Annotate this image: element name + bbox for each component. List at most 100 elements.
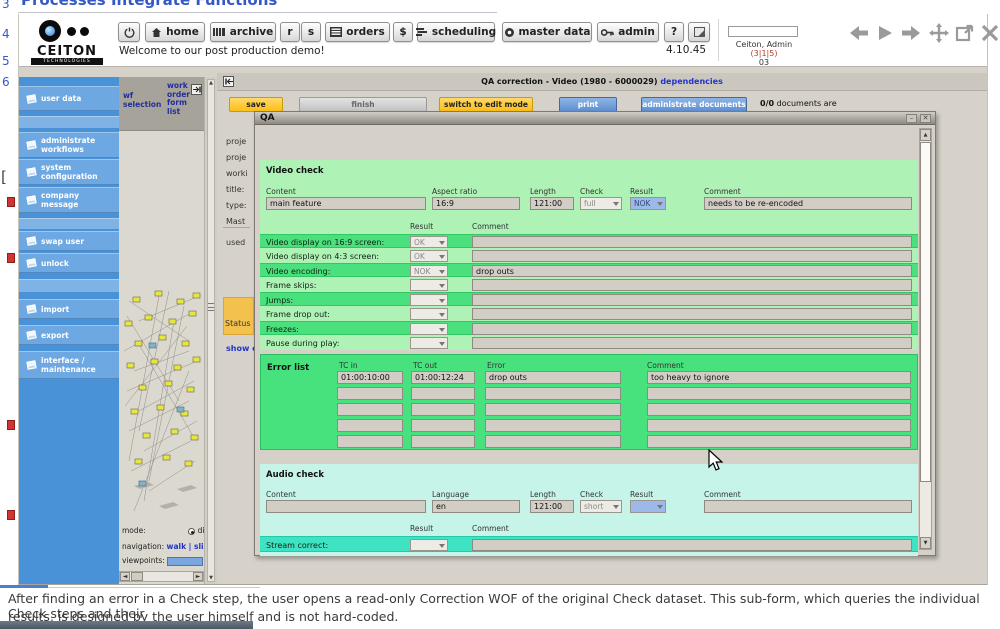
dialog-scrollbar[interactable]: ▲ ▼ (919, 128, 932, 550)
help-button[interactable]: ? (664, 22, 684, 42)
comment-input[interactable] (472, 236, 912, 248)
r-button[interactable]: r (280, 22, 300, 42)
length-input[interactable] (530, 197, 574, 210)
content-input[interactable] (266, 197, 426, 210)
close-icon[interactable]: ✕ (920, 114, 931, 123)
dollar-button[interactable]: $ (393, 22, 413, 42)
workflow-graph[interactable] (119, 281, 204, 561)
comment-input[interactable] (647, 403, 911, 416)
scroll-down-icon[interactable]: ▼ (207, 575, 215, 581)
external-link-icon[interactable] (955, 23, 975, 47)
result-dropdown[interactable] (410, 279, 448, 291)
scroll-down-icon[interactable]: ▼ (920, 537, 931, 549)
s-button[interactable]: s (301, 22, 321, 42)
scroll-up-icon[interactable]: ▲ (920, 129, 931, 141)
tc-out-input[interactable] (411, 435, 475, 448)
move-icon[interactable] (928, 22, 950, 48)
pane-vertical-scrollbar[interactable]: ▲ ▼ (204, 77, 217, 584)
tc-in-input[interactable] (337, 387, 403, 400)
result-dropdown[interactable] (410, 337, 448, 349)
sidebar-item-company-message[interactable]: company message (19, 187, 119, 213)
tc-out-input[interactable] (411, 371, 475, 384)
sidebar-item-interface-maintenance[interactable]: interface / maintenance (19, 351, 119, 379)
switch-edit-mode-button[interactable]: switch to edit mode (439, 97, 533, 112)
sidebar-item-user-data[interactable]: user data (19, 86, 119, 111)
comment-input[interactable] (472, 265, 912, 277)
tc-in-input[interactable] (337, 371, 403, 384)
sidebar-item-import[interactable]: import (19, 299, 119, 319)
master-data-button[interactable]: master data (502, 22, 592, 42)
result-dropdown[interactable] (630, 500, 666, 513)
result-dropdown[interactable]: OK (410, 250, 448, 262)
sidebar-item-export[interactable]: export (19, 325, 119, 345)
result-dropdown[interactable] (410, 323, 448, 335)
scroll-left-icon[interactable]: ◄ (120, 572, 130, 581)
check-dropdown[interactable]: short (580, 500, 622, 513)
scheduling-button[interactable]: scheduling (417, 22, 495, 42)
error-input[interactable] (485, 371, 621, 384)
result-dropdown[interactable] (410, 539, 448, 551)
comment-input[interactable] (472, 323, 912, 335)
comment-input[interactable] (472, 279, 912, 291)
scrollbar-thumb[interactable] (920, 142, 931, 482)
result-dropdown[interactable]: NOK (410, 265, 448, 277)
error-input[interactable] (485, 403, 621, 416)
archive-button[interactable]: archive (210, 22, 276, 42)
print-button[interactable]: print (559, 97, 617, 112)
comment-input[interactable] (647, 435, 911, 448)
sidebar-item-swap-user[interactable]: swap user (19, 231, 119, 251)
content-input[interactable] (266, 500, 426, 513)
length-input[interactable] (530, 500, 574, 513)
comment-input[interactable] (472, 539, 912, 551)
result-dropdown[interactable]: OK (410, 236, 448, 248)
user-search-input[interactable] (728, 26, 798, 37)
tc-in-input[interactable] (337, 435, 403, 448)
scrollbar-thumb[interactable] (131, 572, 143, 581)
check-dropdown[interactable]: full (580, 197, 622, 210)
pane-collapse-button[interactable] (223, 76, 234, 87)
back-arrow-icon[interactable] (847, 23, 871, 47)
scroll-up-icon[interactable]: ▲ (207, 80, 215, 86)
power-button[interactable] (118, 22, 140, 42)
tab-wf-selection[interactable]: wf selection (123, 92, 165, 109)
home-button[interactable]: home (145, 22, 205, 42)
comment-input[interactable] (704, 197, 912, 210)
admin-button[interactable]: admin (597, 22, 659, 42)
comment-input[interactable] (704, 500, 912, 513)
minimize-icon[interactable]: – (906, 114, 917, 123)
tc-out-input[interactable] (411, 403, 475, 416)
comment-input[interactable] (472, 250, 912, 262)
scroll-right-icon[interactable]: ► (193, 572, 203, 581)
administrate-documents-button[interactable]: administrate documents (641, 97, 747, 112)
comment-input[interactable] (647, 419, 911, 432)
horizontal-scrollbar[interactable]: ◄ ► (119, 571, 204, 582)
console-button[interactable] (688, 22, 710, 42)
save-button[interactable]: save (229, 97, 283, 112)
sidebar-item-system-configuration[interactable]: system configuration (19, 159, 119, 185)
result-dropdown[interactable]: NOK (630, 197, 666, 210)
dependencies-link[interactable]: dependencies (660, 77, 723, 86)
comment-input[interactable] (647, 387, 911, 400)
tc-out-input[interactable] (411, 387, 475, 400)
error-input[interactable] (485, 387, 621, 400)
error-input[interactable] (485, 435, 621, 448)
pane-expand-button[interactable] (191, 84, 202, 95)
forward-arrow-icon[interactable] (899, 23, 923, 47)
navigation-links[interactable]: walk | sli (167, 542, 204, 551)
language-input[interactable] (432, 500, 520, 513)
tc-in-input[interactable] (337, 403, 403, 416)
viewpoints-dropdown[interactable] (167, 557, 203, 566)
result-dropdown[interactable] (410, 308, 448, 320)
scrollbar-track[interactable] (207, 79, 215, 582)
scrollbar-grip[interactable] (208, 303, 214, 311)
orders-button[interactable]: orders (325, 22, 390, 42)
tc-out-input[interactable] (411, 419, 475, 432)
dialog-titlebar[interactable]: QA – ✕ (255, 112, 935, 125)
sidebar-item-unlock[interactable]: unlock (19, 253, 119, 273)
sidebar-item-administrate-workflows[interactable]: administrate workflows (19, 132, 119, 158)
tc-in-input[interactable] (337, 419, 403, 432)
aspect-ratio-input[interactable] (432, 197, 520, 210)
result-dropdown[interactable] (410, 294, 448, 306)
comment-input[interactable] (472, 308, 912, 320)
comment-input[interactable] (472, 294, 912, 306)
